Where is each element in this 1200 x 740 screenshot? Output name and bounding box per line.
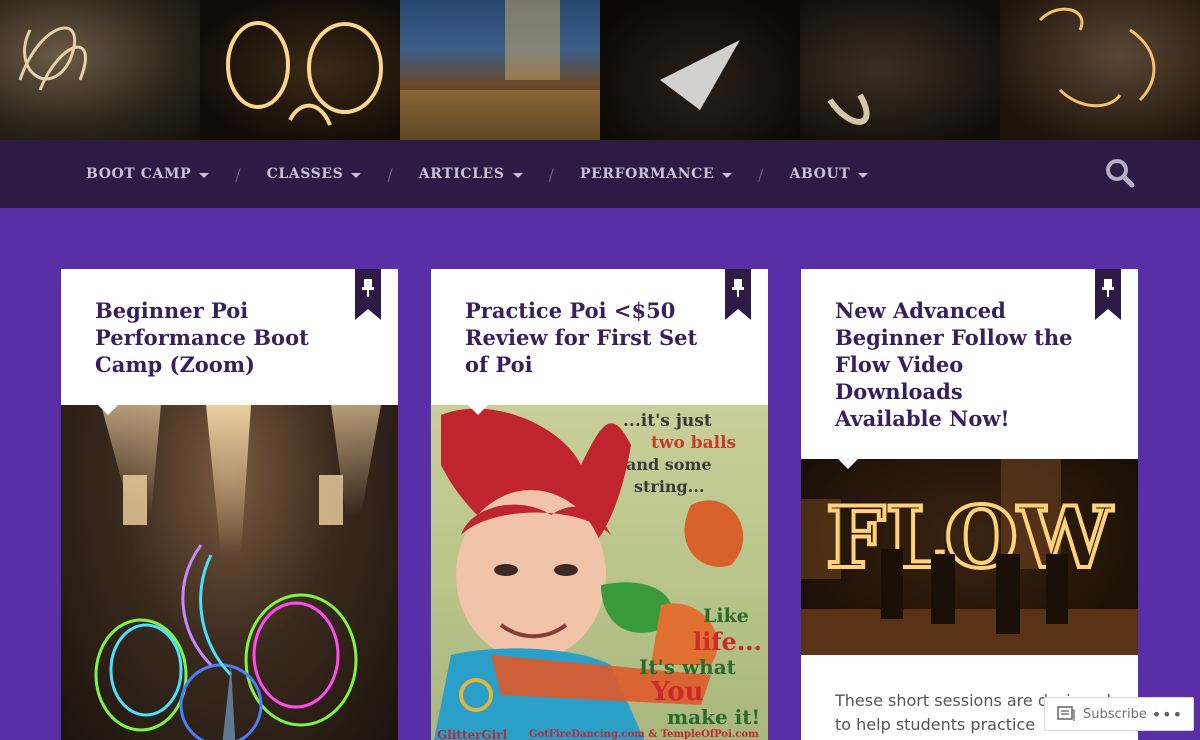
nav-item-boot-camp[interactable]: BOOT CAMP xyxy=(86,166,210,182)
poster-text-line: Like xyxy=(703,605,749,627)
fire-flow-letters: FLOW xyxy=(826,488,1114,587)
post-title[interactable]: New Advanced Beginner Follow the Flow Vi… xyxy=(835,297,1075,432)
light-trails-graphic xyxy=(94,405,381,740)
more-options-icon[interactable]: ••• xyxy=(1152,705,1183,724)
chevron-down-icon xyxy=(199,172,210,178)
chevron-down-icon xyxy=(722,172,733,178)
poster-brand: GlitterGirl xyxy=(437,728,508,740)
nav-item-label: PERFORMANCE xyxy=(579,166,715,182)
pinned-post-badge xyxy=(355,269,381,320)
post-card[interactable]: Beginner Poi Performance Boot Camp (Zoom… xyxy=(61,269,398,740)
image-notch xyxy=(837,459,859,469)
nav-menu: BOOT CAMP / CLASSES / ARTICLES / PERFORM… xyxy=(86,140,869,208)
post-card[interactable]: New Advanced Beginner Follow the Flow Vi… xyxy=(801,269,1138,740)
nav-item-articles[interactable]: ARTICLES xyxy=(419,166,523,182)
post-image[interactable]: ...it's just two balls and some string..… xyxy=(431,405,768,740)
nav-separator: / xyxy=(387,164,393,184)
chevron-down-icon xyxy=(351,172,362,178)
subscribe-label: Subscribe xyxy=(1083,706,1147,722)
post-title[interactable]: Beginner Poi Performance Boot Camp (Zoom… xyxy=(95,297,335,378)
search-icon xyxy=(1106,159,1135,188)
chevron-down-icon xyxy=(858,172,869,178)
poster-text-line: life... xyxy=(693,627,762,656)
poster-text-line: ...it's just xyxy=(623,411,712,431)
search-button[interactable] xyxy=(1104,157,1136,189)
poster-text-line: and some xyxy=(626,455,712,474)
poi-poster-graphic xyxy=(434,408,744,740)
pinned-post-badge xyxy=(725,269,751,320)
subscribe-button[interactable]: Subscribe ••• xyxy=(1044,697,1194,731)
fire-trails-graphic xyxy=(18,0,1156,140)
post-card[interactable]: Practice Poi <$50 Review for First Set o… xyxy=(431,269,768,740)
poster-text-line: make it! xyxy=(667,705,761,729)
nav-item-performance[interactable]: PERFORMANCE xyxy=(579,166,733,182)
nav-item-classes[interactable]: CLASSES xyxy=(267,166,362,182)
poster-text-line: string... xyxy=(634,477,705,496)
nav-separator: / xyxy=(758,164,764,184)
poster-text-line: It's what xyxy=(639,655,736,679)
chevron-down-icon xyxy=(512,172,523,178)
poster-text-line: two balls xyxy=(651,433,737,453)
nav-separator: / xyxy=(235,164,241,184)
nav-separator: / xyxy=(548,164,554,184)
header-image xyxy=(0,0,1200,140)
main-navigation: BOOT CAMP / CLASSES / ARTICLES / PERFORM… xyxy=(0,140,1200,208)
post-title[interactable]: Practice Poi <$50 Review for First Set o… xyxy=(465,297,705,378)
pinned-post-badge xyxy=(1095,269,1121,320)
post-image[interactable]: FLOW xyxy=(801,459,1138,655)
nav-item-label: CLASSES xyxy=(266,166,344,182)
nav-item-label: BOOT CAMP xyxy=(86,166,192,182)
fire-flow-graphic: FLOW xyxy=(801,459,1138,655)
nav-item-label: ARTICLES xyxy=(418,166,505,182)
reader-icon xyxy=(1057,706,1075,721)
image-notch xyxy=(97,405,119,415)
post-image[interactable] xyxy=(61,405,398,740)
poster-websites: GotFireDancing.com & TempleOfPoi.com xyxy=(529,729,759,740)
nav-item-about[interactable]: ABOUT xyxy=(790,166,869,182)
image-notch xyxy=(467,405,489,415)
poster-text-line: You xyxy=(651,677,704,707)
nav-item-label: ABOUT xyxy=(789,166,851,182)
